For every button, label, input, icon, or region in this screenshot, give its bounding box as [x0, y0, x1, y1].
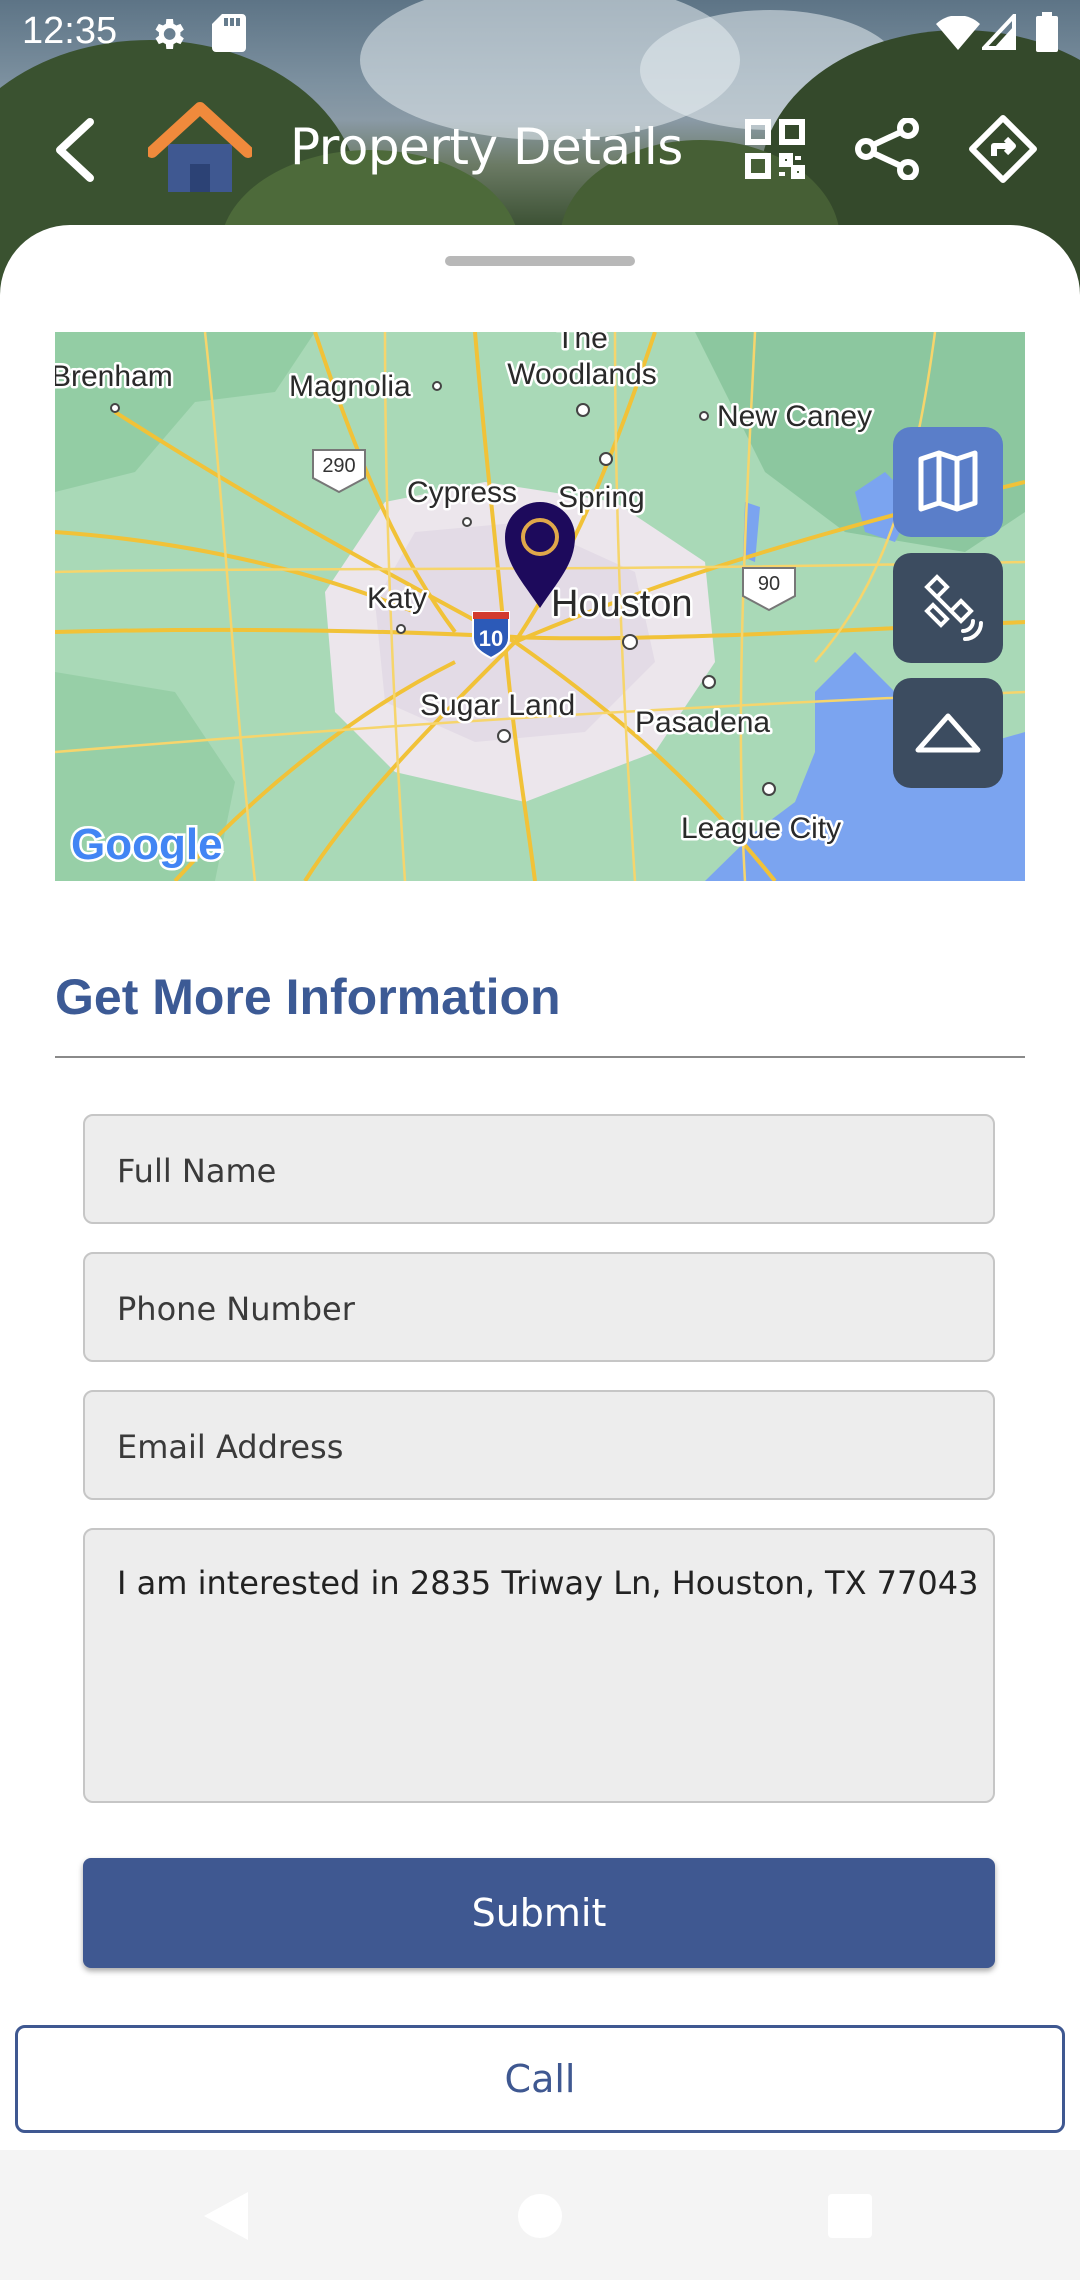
map-label-woodlands: Woodlands: [507, 358, 657, 391]
section-divider: [55, 1056, 1025, 1058]
settings-icon: [148, 14, 188, 59]
mountain-icon: [915, 713, 981, 753]
qr-code-icon[interactable]: [744, 118, 806, 185]
email-address-field[interactable]: Email Address: [83, 1390, 995, 1500]
svg-text:290: 290: [322, 455, 355, 477]
phone-number-field[interactable]: Phone Number: [83, 1252, 995, 1362]
map-label-the: The: [556, 332, 608, 355]
back-icon[interactable]: [50, 118, 100, 187]
nav-home-icon[interactable]: [518, 2194, 562, 2243]
google-attribution: Google: [71, 820, 223, 869]
page-title: Property Details: [290, 118, 683, 176]
sd-card-icon: [212, 14, 246, 57]
nav-back-icon[interactable]: [204, 2192, 248, 2245]
home-logo-icon: [146, 100, 254, 201]
satellite-icon: [924, 574, 983, 641]
hwy-290-shield: 290: [312, 449, 366, 494]
map-label-league-city: League City: [681, 812, 841, 845]
map-label-cypress: Cypress: [407, 476, 517, 509]
full-name-placeholder: Full Name: [117, 1152, 277, 1190]
svg-text:10: 10: [479, 626, 503, 651]
section-title: Get More Information: [55, 969, 561, 1025]
map-label-magnolia: Magnolia: [289, 370, 411, 403]
map-label-brenham: Brenham: [55, 360, 173, 393]
hwy-90-shield: 90: [742, 567, 796, 612]
battery-icon: [1036, 12, 1058, 57]
location-map[interactable]: 290 90 10 The Woodlands Brenham Magnolia…: [55, 332, 1025, 881]
terrain-view-button[interactable]: [893, 678, 1003, 788]
signal-icon: [979, 10, 1016, 55]
share-icon[interactable]: [854, 117, 920, 185]
map-label-new-caney: New Caney: [717, 400, 872, 433]
nav-recents-icon[interactable]: [828, 2194, 872, 2243]
wifi-icon: [936, 15, 980, 55]
message-field[interactable]: I am interested in 2835 Triway Ln, Houst…: [83, 1528, 995, 1803]
map-label-pasadena: Pasadena: [635, 706, 770, 739]
system-nav-bar: [0, 2150, 1080, 2280]
email-address-placeholder: Email Address: [117, 1428, 344, 1466]
full-name-field[interactable]: Full Name: [83, 1114, 995, 1224]
map-label-katy: Katy: [367, 582, 427, 615]
directions-icon[interactable]: [968, 114, 1038, 189]
satellite-view-button[interactable]: [893, 553, 1003, 663]
message-text: I am interested in 2835 Triway Ln, Houst…: [117, 1564, 979, 1602]
map-icon: [918, 450, 978, 512]
svg-text:90: 90: [758, 573, 780, 595]
phone-number-placeholder: Phone Number: [117, 1290, 355, 1328]
call-button[interactable]: Call: [15, 2025, 1065, 2133]
map-type-button[interactable]: [893, 427, 1003, 537]
map-label-spring: Spring: [558, 481, 645, 514]
status-time: 12:35: [22, 10, 118, 52]
submit-button[interactable]: Submit: [83, 1858, 995, 1968]
map-label-sugar-land: Sugar Land: [420, 689, 575, 722]
status-bar: 12:35: [0, 0, 1080, 66]
sheet-drag-handle[interactable]: [445, 256, 635, 266]
map-label-houston: Houston: [551, 583, 693, 625]
